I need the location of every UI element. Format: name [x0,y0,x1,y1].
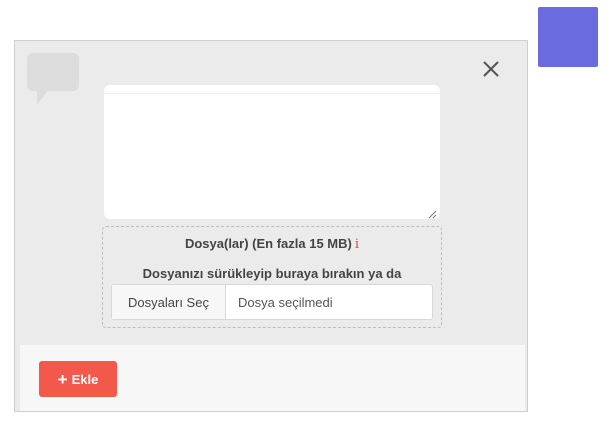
info-icon[interactable]: i [355,237,359,252]
message-textarea[interactable] [104,85,440,219]
textarea-top-line [104,93,440,94]
modal-footer: + Ekle [20,345,525,411]
close-icon [483,61,499,77]
add-button[interactable]: + Ekle [39,361,117,397]
add-button-label: Ekle [71,371,99,387]
choose-files-button[interactable]: Dosyaları Seç [112,285,226,319]
chat-bubble-icon [27,53,79,107]
file-dropzone[interactable]: Dosya(lar) (En fazla 15 MB) i Dosyanızı s… [102,226,442,328]
corner-badge[interactable] [538,7,598,67]
close-button[interactable] [481,59,501,79]
resize-grip-icon[interactable] [427,206,437,219]
selected-file-name: Dosya seçilmedi [238,294,333,310]
upload-title: Dosya(lar) (En fazla 15 MB) i [103,236,441,252]
plus-icon: + [57,369,68,389]
upload-hint: Dosyanızı sürükleyip buraya bırakın ya d… [142,266,402,281]
file-input[interactable]: Dosyaları Seç Dosya seçilmedi [111,284,433,320]
modal-dialog: Dosya(lar) (En fazla 15 MB) i Dosyanızı s… [14,40,528,412]
upload-title-text: Dosya(lar) (En fazla 15 MB) [184,236,352,251]
